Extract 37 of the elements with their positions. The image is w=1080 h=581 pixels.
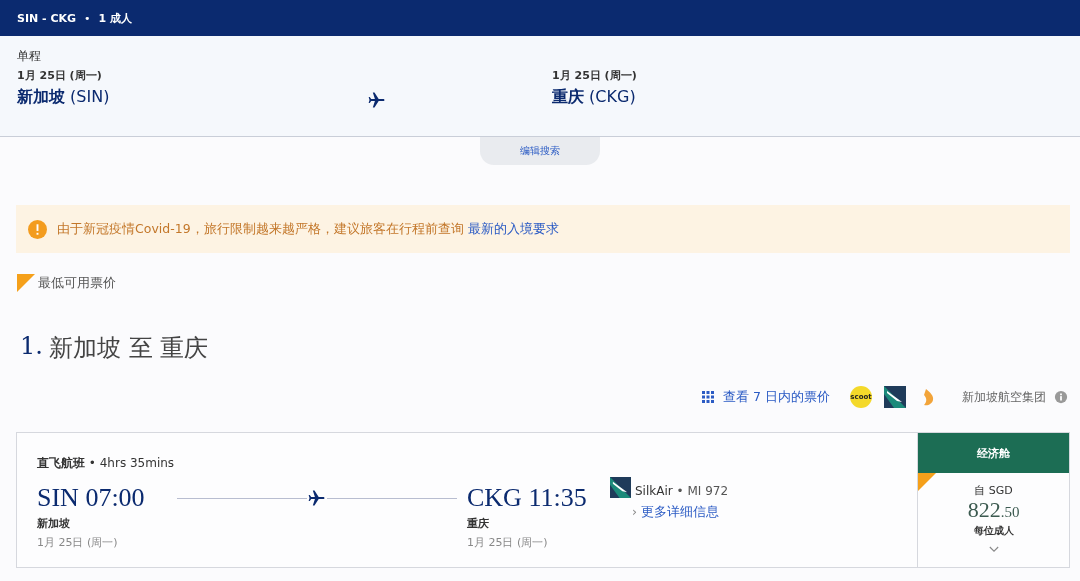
passenger-count: 1 成人 bbox=[98, 10, 133, 26]
origin-city: 新加坡 (SIN) bbox=[17, 87, 111, 108]
lowest-fare-marker-icon bbox=[17, 274, 35, 292]
arrival-date: 1月 25日 (周一) bbox=[552, 68, 638, 83]
arrival-city: 重庆 bbox=[467, 515, 490, 531]
price-unit: 每位成人 bbox=[973, 524, 1014, 539]
more-details-link[interactable]: › 更多详细信息 bbox=[632, 504, 729, 521]
departure-date: 1月 25日 (周一) bbox=[37, 534, 119, 550]
flight-type: 直飞航班 • 4hrs 35mins bbox=[37, 455, 176, 472]
lowest-fare-legend: 最低可用票价 bbox=[38, 274, 116, 292]
route-summary: SIN - CKG bbox=[17, 11, 77, 25]
fare-price: 822.50 bbox=[967, 498, 1020, 523]
airline-flight-number: SilkAir • MI 972 bbox=[635, 484, 729, 498]
arrival-date: 1月 25日 (周一) bbox=[467, 534, 549, 550]
chevron-down-icon bbox=[988, 546, 999, 554]
departure-time: SIN 07:00 bbox=[37, 484, 146, 513]
departure-date: 1月 25日 (周一) bbox=[17, 68, 103, 83]
arrival-time: CKG 11:35 bbox=[467, 484, 588, 513]
departure-city: 新加坡 bbox=[37, 515, 71, 531]
warning-icon bbox=[28, 219, 47, 239]
cabin-header: 经济舱 bbox=[918, 433, 1069, 473]
price-prefix: 自 SGD bbox=[974, 483, 1013, 498]
plane-icon bbox=[307, 488, 327, 508]
section-number: 1. bbox=[20, 332, 43, 362]
info-icon[interactable] bbox=[1054, 390, 1068, 404]
seven-day-fares-link[interactable]: 查看 7 日内的票价 bbox=[701, 388, 830, 406]
airline-group-label: 新加坡航空集团 bbox=[962, 388, 1046, 406]
calendar-grid-icon bbox=[701, 390, 716, 404]
entry-requirements-link[interactable]: 最新的入境要求 bbox=[467, 220, 559, 236]
trip-type: 单程 bbox=[17, 48, 42, 65]
destination-city: 重庆 (CKG) bbox=[552, 87, 637, 108]
plane-icon bbox=[367, 90, 387, 110]
separator-dot: • bbox=[84, 11, 91, 25]
edit-search-tab[interactable]: 编辑搜索 bbox=[480, 137, 600, 165]
fare-option[interactable]: 经济舱 自 SGD 822.50 每位成人 bbox=[917, 433, 1069, 567]
section-title: 新加坡 至 重庆 bbox=[48, 333, 209, 364]
alert-message: 由于新冠疫情Covid-19，旅行限制越来越严格，建议旅客在行程前查询 最新的入境要求 bbox=[57, 220, 559, 238]
